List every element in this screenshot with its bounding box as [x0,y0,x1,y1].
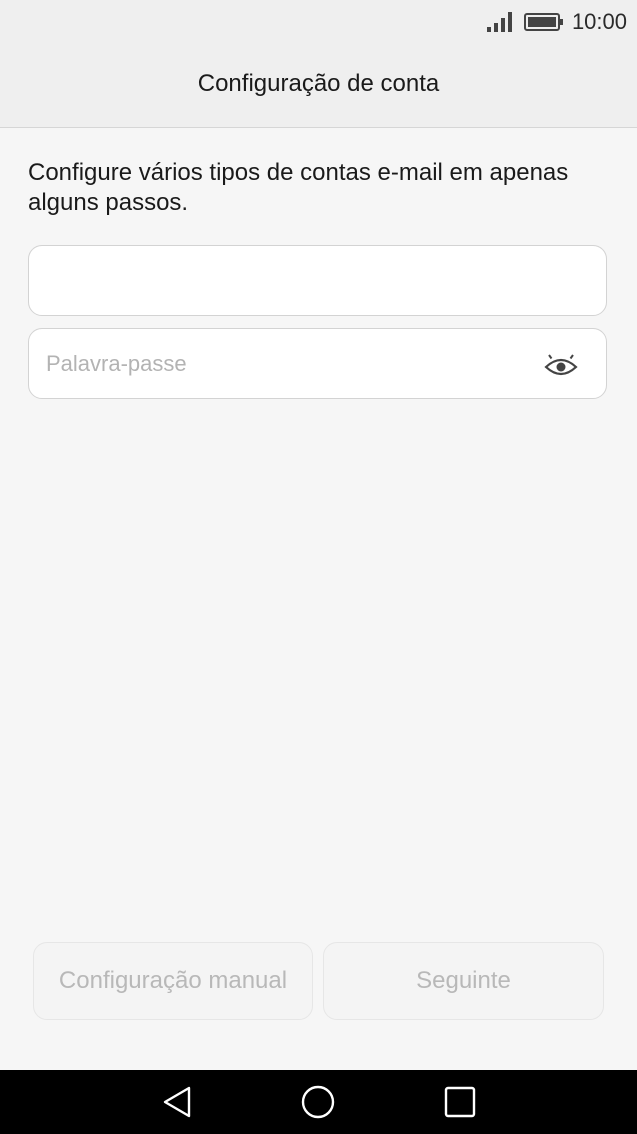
title-bar: Configuração de conta [0,44,637,128]
signal-icon [486,12,512,32]
email-field[interactable] [28,245,607,316]
email-input[interactable] [46,246,536,315]
battery-icon [523,13,563,31]
eye-icon[interactable] [544,351,578,379]
home-icon[interactable] [301,1085,335,1119]
next-button[interactable]: Seguinte [323,942,604,1020]
status-bar: 10:00 [0,0,637,44]
clock: 10:00 [571,9,627,34]
account-setup-screen: 10:00 Configuração de conta Configure vá… [0,0,637,1134]
password-input[interactable] [46,329,536,398]
intro-text: Configure vários tipos de contas e-mail … [28,159,569,216]
page-title: Configuração de conta [197,70,440,97]
recents-icon[interactable] [443,1085,477,1119]
manual-setup-button[interactable]: Configuração manual [33,942,313,1020]
back-icon[interactable] [160,1085,194,1119]
password-field[interactable] [28,328,607,399]
navigation-bar [0,1070,637,1134]
status-indicators: 10:00 [486,8,627,36]
